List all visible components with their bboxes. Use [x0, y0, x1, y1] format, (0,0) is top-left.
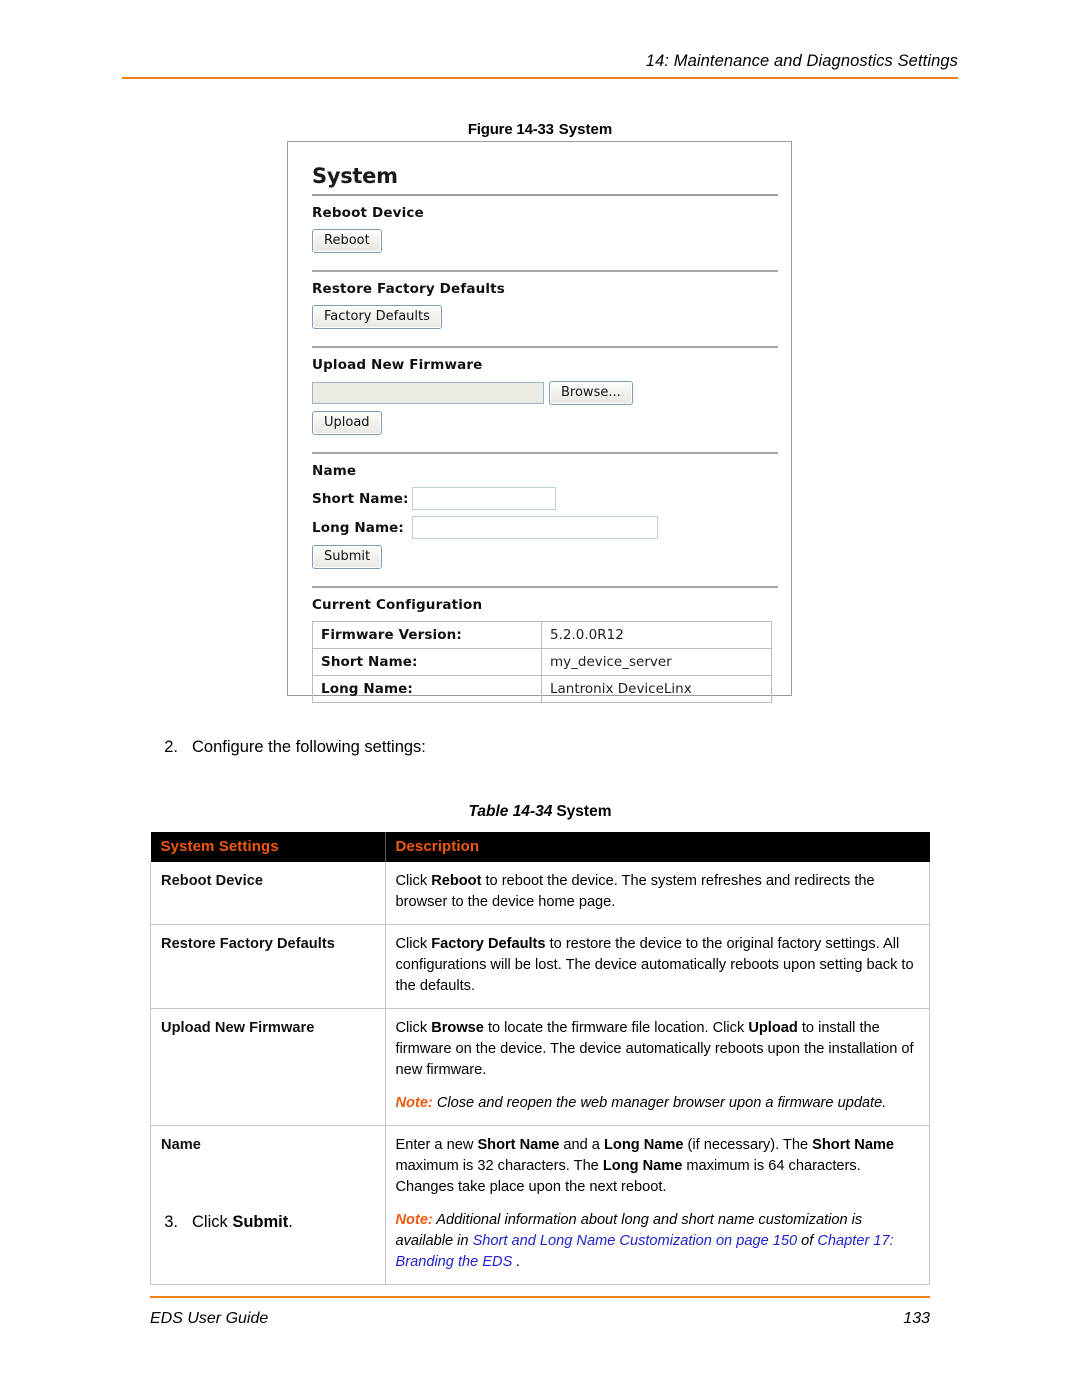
desc-text: Enter a new: [395, 1137, 478, 1153]
note-text: .: [512, 1254, 521, 1270]
config-key-firmware-version: Firmware Version:: [312, 621, 542, 649]
desc-emphasis: Reboot: [431, 873, 482, 889]
setting-name-name: Name: [150, 1125, 386, 1285]
running-header-title: 14: Maintenance and Diagnostics Settings: [645, 52, 958, 70]
table-row: Long Name: Lantronix DeviceLinx: [312, 675, 772, 703]
table-row: Restore Factory Defaults Click Factory D…: [150, 924, 930, 1009]
current-configuration-table: Firmware Version: 5.2.0.0R12 Short Name:…: [312, 621, 772, 703]
short-name-input[interactable]: [412, 487, 556, 510]
factory-defaults-button[interactable]: Factory Defaults: [312, 305, 442, 329]
config-key-long-name: Long Name:: [312, 675, 542, 703]
note-text: of: [797, 1233, 818, 1249]
desc-emphasis: Upload: [748, 1020, 798, 1036]
desc-emphasis: Short Name: [812, 1137, 895, 1153]
setting-name-reboot-device: Reboot Device: [150, 862, 386, 925]
long-name-row: Long Name:: [312, 516, 773, 539]
desc-emphasis: Long Name: [602, 1158, 683, 1174]
desc-text: (if necessary). The: [683, 1137, 813, 1153]
desc-emphasis: Long Name: [603, 1137, 684, 1153]
section-heading-reboot-device: Reboot Device: [312, 205, 424, 221]
setting-description-upload-new-firmware: Click Browse to locate the firmware file…: [384, 1008, 930, 1126]
setting-name-upload-new-firmware: Upload New Firmware: [150, 1008, 386, 1126]
step-item-3: 3. Click Submit.: [150, 1213, 850, 1232]
table-row: Firmware Version: 5.2.0.0R12: [312, 621, 772, 649]
desc-text: Click: [395, 873, 432, 889]
divider: [312, 586, 778, 588]
table-row: Name Enter a new Short Name and a Long N…: [150, 1125, 930, 1285]
long-name-input[interactable]: [412, 516, 658, 539]
desc-emphasis: Browse: [431, 1020, 484, 1036]
cross-reference-link-short-long-name[interactable]: Short and Long Name Customization on pag…: [473, 1233, 798, 1249]
firmware-file-input[interactable]: [312, 382, 544, 404]
table-row: Reboot Device Click Reboot to reboot the…: [150, 862, 930, 925]
step-number: 2.: [164, 738, 178, 756]
reboot-button[interactable]: Reboot: [312, 229, 382, 253]
column-header-description: Description: [385, 832, 930, 862]
step-number: 3.: [164, 1213, 178, 1231]
config-value-firmware-version: 5.2.0.0R12: [541, 621, 772, 649]
divider: [312, 452, 778, 454]
footer-rule: [150, 1296, 930, 1298]
desc-text: Click: [395, 1020, 432, 1036]
note-text: Close and reopen the web manager browser…: [432, 1095, 887, 1111]
column-header-system-settings: System Settings: [150, 832, 386, 862]
step-text-post: .: [288, 1213, 293, 1231]
table-row: Short Name: my_device_server: [312, 648, 772, 676]
setting-description-name: Enter a new Short Name and a Long Name (…: [384, 1125, 930, 1285]
setting-description-reboot-device: Click Reboot to reboot the device. The s…: [384, 862, 930, 925]
browse-button[interactable]: Browse...: [549, 381, 633, 405]
table-header-row: System Settings Description: [150, 832, 930, 862]
setting-description-restore-factory-defaults: Click Factory Defaults to restore the de…: [384, 924, 930, 1009]
figure-caption-number: Figure 14-33: [467, 121, 554, 138]
submit-button[interactable]: Submit: [312, 545, 383, 569]
section-heading-name: Name: [312, 463, 357, 479]
screenshot-page-title: System: [312, 164, 398, 188]
footer-guide-title: EDS User Guide: [150, 1310, 269, 1327]
desc-emphasis: Factory Defaults: [431, 936, 546, 952]
figure-screenshot-system: System Reboot Device Reboot Restore Fact…: [287, 141, 792, 703]
step-item-2: 2. Configure the following settings:: [150, 738, 850, 757]
section-heading-restore-factory-defaults: Restore Factory Defaults: [312, 281, 505, 297]
short-name-label: Short Name:: [312, 490, 409, 507]
divider: [312, 346, 778, 348]
header-rule: [122, 77, 958, 79]
divider: [312, 270, 778, 272]
step-text-emphasis: Submit: [232, 1213, 289, 1231]
page-header: 14: Maintenance and Diagnostics Settings: [122, 52, 958, 79]
step-text-pre: Click: [192, 1213, 233, 1231]
figure-caption-title: System: [558, 121, 613, 138]
step-text: Click Submit.: [192, 1213, 850, 1232]
upload-button[interactable]: Upload: [312, 411, 382, 435]
step-text: Configure the following settings:: [192, 738, 426, 756]
desc-text: maximum is 32 characters. The: [395, 1158, 603, 1174]
footer-page-number: 133: [903, 1310, 930, 1327]
desc-emphasis: Short Name: [477, 1137, 560, 1153]
table-caption-title: System: [556, 803, 612, 820]
config-value-long-name: Lantronix DeviceLinx: [541, 675, 772, 703]
long-name-label: Long Name:: [312, 519, 404, 536]
table-caption: Table 14-34 System: [0, 803, 1080, 821]
table-caption-number: Table 14-34: [468, 803, 553, 820]
setting-name-restore-factory-defaults: Restore Factory Defaults: [150, 924, 386, 1009]
section-heading-upload-new-firmware: Upload New Firmware: [312, 357, 483, 373]
divider: [312, 194, 778, 196]
desc-text: and a: [559, 1137, 604, 1153]
short-name-row: Short Name:: [312, 487, 773, 510]
desc-text: to locate the firmware file location. Cl…: [483, 1020, 749, 1036]
table-row: Upload New Firmware Click Browse to loca…: [150, 1008, 930, 1126]
note-label: Note:: [395, 1095, 433, 1111]
page-footer: EDS User Guide 133: [150, 1296, 930, 1328]
figure-caption: Figure 14-33 System: [0, 121, 1080, 138]
desc-text: Click: [395, 936, 432, 952]
config-key-short-name: Short Name:: [312, 648, 542, 676]
config-value-short-name: my_device_server: [541, 648, 772, 676]
section-heading-current-configuration: Current Configuration: [312, 597, 483, 613]
note-block: Note: Close and reopen the web manager b…: [396, 1093, 920, 1114]
